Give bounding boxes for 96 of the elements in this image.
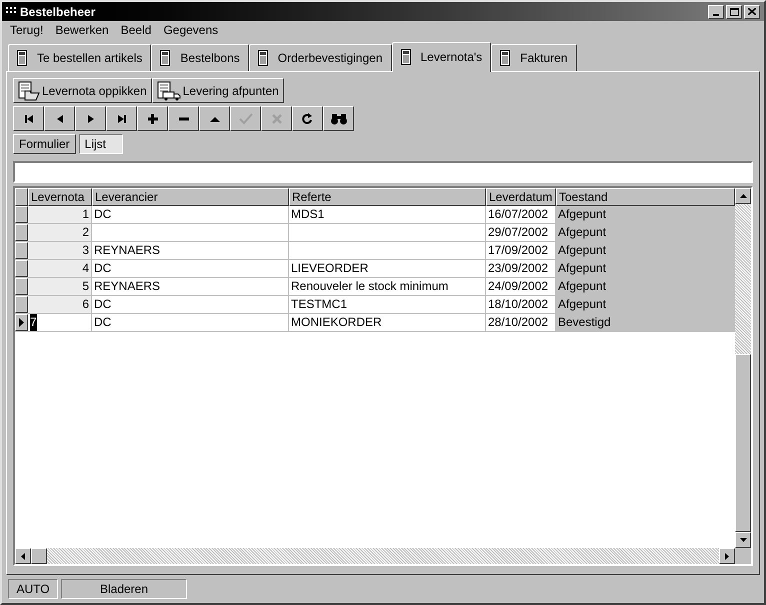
table-cell: 17/09/2002 bbox=[488, 242, 548, 259]
scroll-down-icon bbox=[740, 538, 746, 542]
close-icon bbox=[748, 8, 756, 15]
calculator-icon bbox=[500, 50, 510, 66]
table-cell: TESTMC1 bbox=[291, 296, 348, 313]
table-cell: 23/09/2002 bbox=[488, 260, 548, 277]
vertical-scrollbar[interactable] bbox=[735, 188, 751, 548]
table-cell: Renouveler le stock minimum bbox=[291, 278, 448, 295]
view-button[interactable]: Lijst bbox=[78, 134, 123, 154]
table-cell: DC bbox=[94, 206, 112, 223]
calculator-icon bbox=[160, 50, 170, 66]
table-cell: Afgepunt bbox=[558, 260, 606, 277]
navigator-button[interactable] bbox=[292, 106, 323, 131]
table-cell: 3 bbox=[82, 242, 89, 259]
table-cell: REYNAERS bbox=[94, 242, 160, 259]
table-cell: Bevestigd bbox=[558, 314, 611, 331]
table-cell: 4 bbox=[82, 260, 89, 277]
refresh-icon bbox=[300, 112, 314, 124]
table-cell: Afgepunt bbox=[558, 296, 606, 313]
checkmark-icon bbox=[238, 112, 252, 124]
table-cell: 2 bbox=[82, 224, 89, 241]
row-indicator[interactable] bbox=[15, 314, 28, 331]
scroll-left-icon bbox=[21, 552, 25, 560]
row-indicator[interactable] bbox=[15, 224, 28, 241]
table-cell: DC bbox=[94, 260, 112, 277]
navigator-button[interactable] bbox=[44, 106, 75, 131]
action-button[interactable]: Levernota oppikken bbox=[13, 78, 152, 103]
navigator-button[interactable] bbox=[106, 106, 137, 131]
row-indicator[interactable] bbox=[15, 206, 28, 223]
table-cell: Afgepunt bbox=[558, 242, 606, 259]
action-button[interactable]: Levering afpunten bbox=[152, 78, 284, 103]
row-indicator[interactable] bbox=[15, 296, 28, 313]
menu-item[interactable]: Bewerken bbox=[55, 21, 109, 39]
input-field[interactable] bbox=[13, 161, 753, 183]
table-cell: 18/10/2002 bbox=[488, 296, 548, 313]
document-folder-icon bbox=[18, 80, 40, 100]
table-cell: Afgepunt bbox=[558, 278, 606, 295]
table-cell: 29/07/2002 bbox=[488, 224, 548, 241]
navigator-button[interactable] bbox=[75, 106, 106, 131]
tab[interactable]: Levernota's bbox=[392, 42, 492, 72]
calculator-icon bbox=[400, 48, 410, 64]
navigator-button[interactable] bbox=[13, 106, 44, 131]
menu-item[interactable]: Beeld bbox=[120, 21, 152, 39]
table-cell: 28/10/2002 bbox=[488, 314, 548, 331]
navigator-button[interactable] bbox=[323, 106, 354, 131]
table-cell: Afgepunt bbox=[558, 206, 606, 223]
binoculars-icon bbox=[330, 112, 348, 124]
plus-icon bbox=[146, 112, 160, 124]
scroll-thumb[interactable] bbox=[735, 354, 751, 532]
scrollbar-corner bbox=[735, 548, 751, 564]
table-cell: 6 bbox=[82, 296, 89, 313]
table-cell: REYNAERS bbox=[94, 278, 160, 295]
status-panel: AUTO bbox=[8, 579, 58, 599]
navigator-button[interactable] bbox=[199, 106, 230, 131]
scroll-thumb[interactable] bbox=[31, 548, 47, 564]
tab[interactable]: Te bestellen artikels bbox=[8, 44, 152, 71]
view-button[interactable]: Formulier bbox=[13, 134, 76, 154]
tab[interactable]: Fakturen bbox=[491, 44, 577, 71]
maximize-button[interactable] bbox=[726, 4, 742, 18]
table-cell: MONIEKORDER bbox=[291, 314, 382, 331]
table-cell: 5 bbox=[82, 278, 89, 295]
navigator-button[interactable] bbox=[168, 106, 199, 131]
table-cell: 7 bbox=[30, 314, 37, 331]
close-button[interactable] bbox=[744, 4, 760, 18]
table-cell: LIEVEORDER bbox=[291, 260, 368, 277]
table-cell: 24/09/2002 bbox=[488, 278, 548, 295]
calculator-icon bbox=[17, 50, 27, 66]
minimize-button[interactable] bbox=[708, 4, 724, 18]
row-indicator[interactable] bbox=[15, 260, 28, 277]
navigator-button[interactable] bbox=[137, 106, 168, 131]
table-cell: DC bbox=[94, 314, 112, 331]
row-indicator[interactable] bbox=[15, 242, 28, 259]
column-header[interactable]: Referte bbox=[289, 188, 486, 206]
column-header[interactable]: Levernota bbox=[28, 188, 92, 206]
window-title: Bestelbeheer bbox=[20, 4, 96, 20]
scroll-right-icon bbox=[725, 552, 729, 560]
calculator-icon bbox=[258, 50, 268, 66]
row-indicator[interactable] bbox=[15, 278, 28, 295]
column-header[interactable]: Leverancier bbox=[92, 188, 289, 206]
tab[interactable]: Orderbevestigingen bbox=[248, 44, 392, 71]
scroll-up-icon bbox=[740, 194, 746, 198]
table-cell: 1 bbox=[82, 206, 89, 223]
horizontal-scrollbar[interactable] bbox=[15, 548, 735, 564]
table-cell: 16/07/2002 bbox=[488, 206, 548, 223]
current-row-icon bbox=[19, 318, 24, 327]
table-cell: Afgepunt bbox=[558, 224, 606, 241]
tab[interactable]: Bestelbons bbox=[151, 44, 249, 71]
menu-item[interactable]: Terug! bbox=[10, 21, 44, 39]
column-header[interactable]: Leverdatum bbox=[486, 188, 556, 206]
column-header[interactable]: Toestand bbox=[556, 188, 735, 206]
menu-item[interactable]: Gegevens bbox=[163, 21, 218, 39]
document-truck-icon bbox=[156, 80, 181, 100]
table-cell: DC bbox=[94, 296, 112, 313]
cross-icon bbox=[270, 112, 284, 124]
status-panel: Bladeren bbox=[61, 579, 187, 599]
table-cell: MDS1 bbox=[291, 206, 324, 223]
